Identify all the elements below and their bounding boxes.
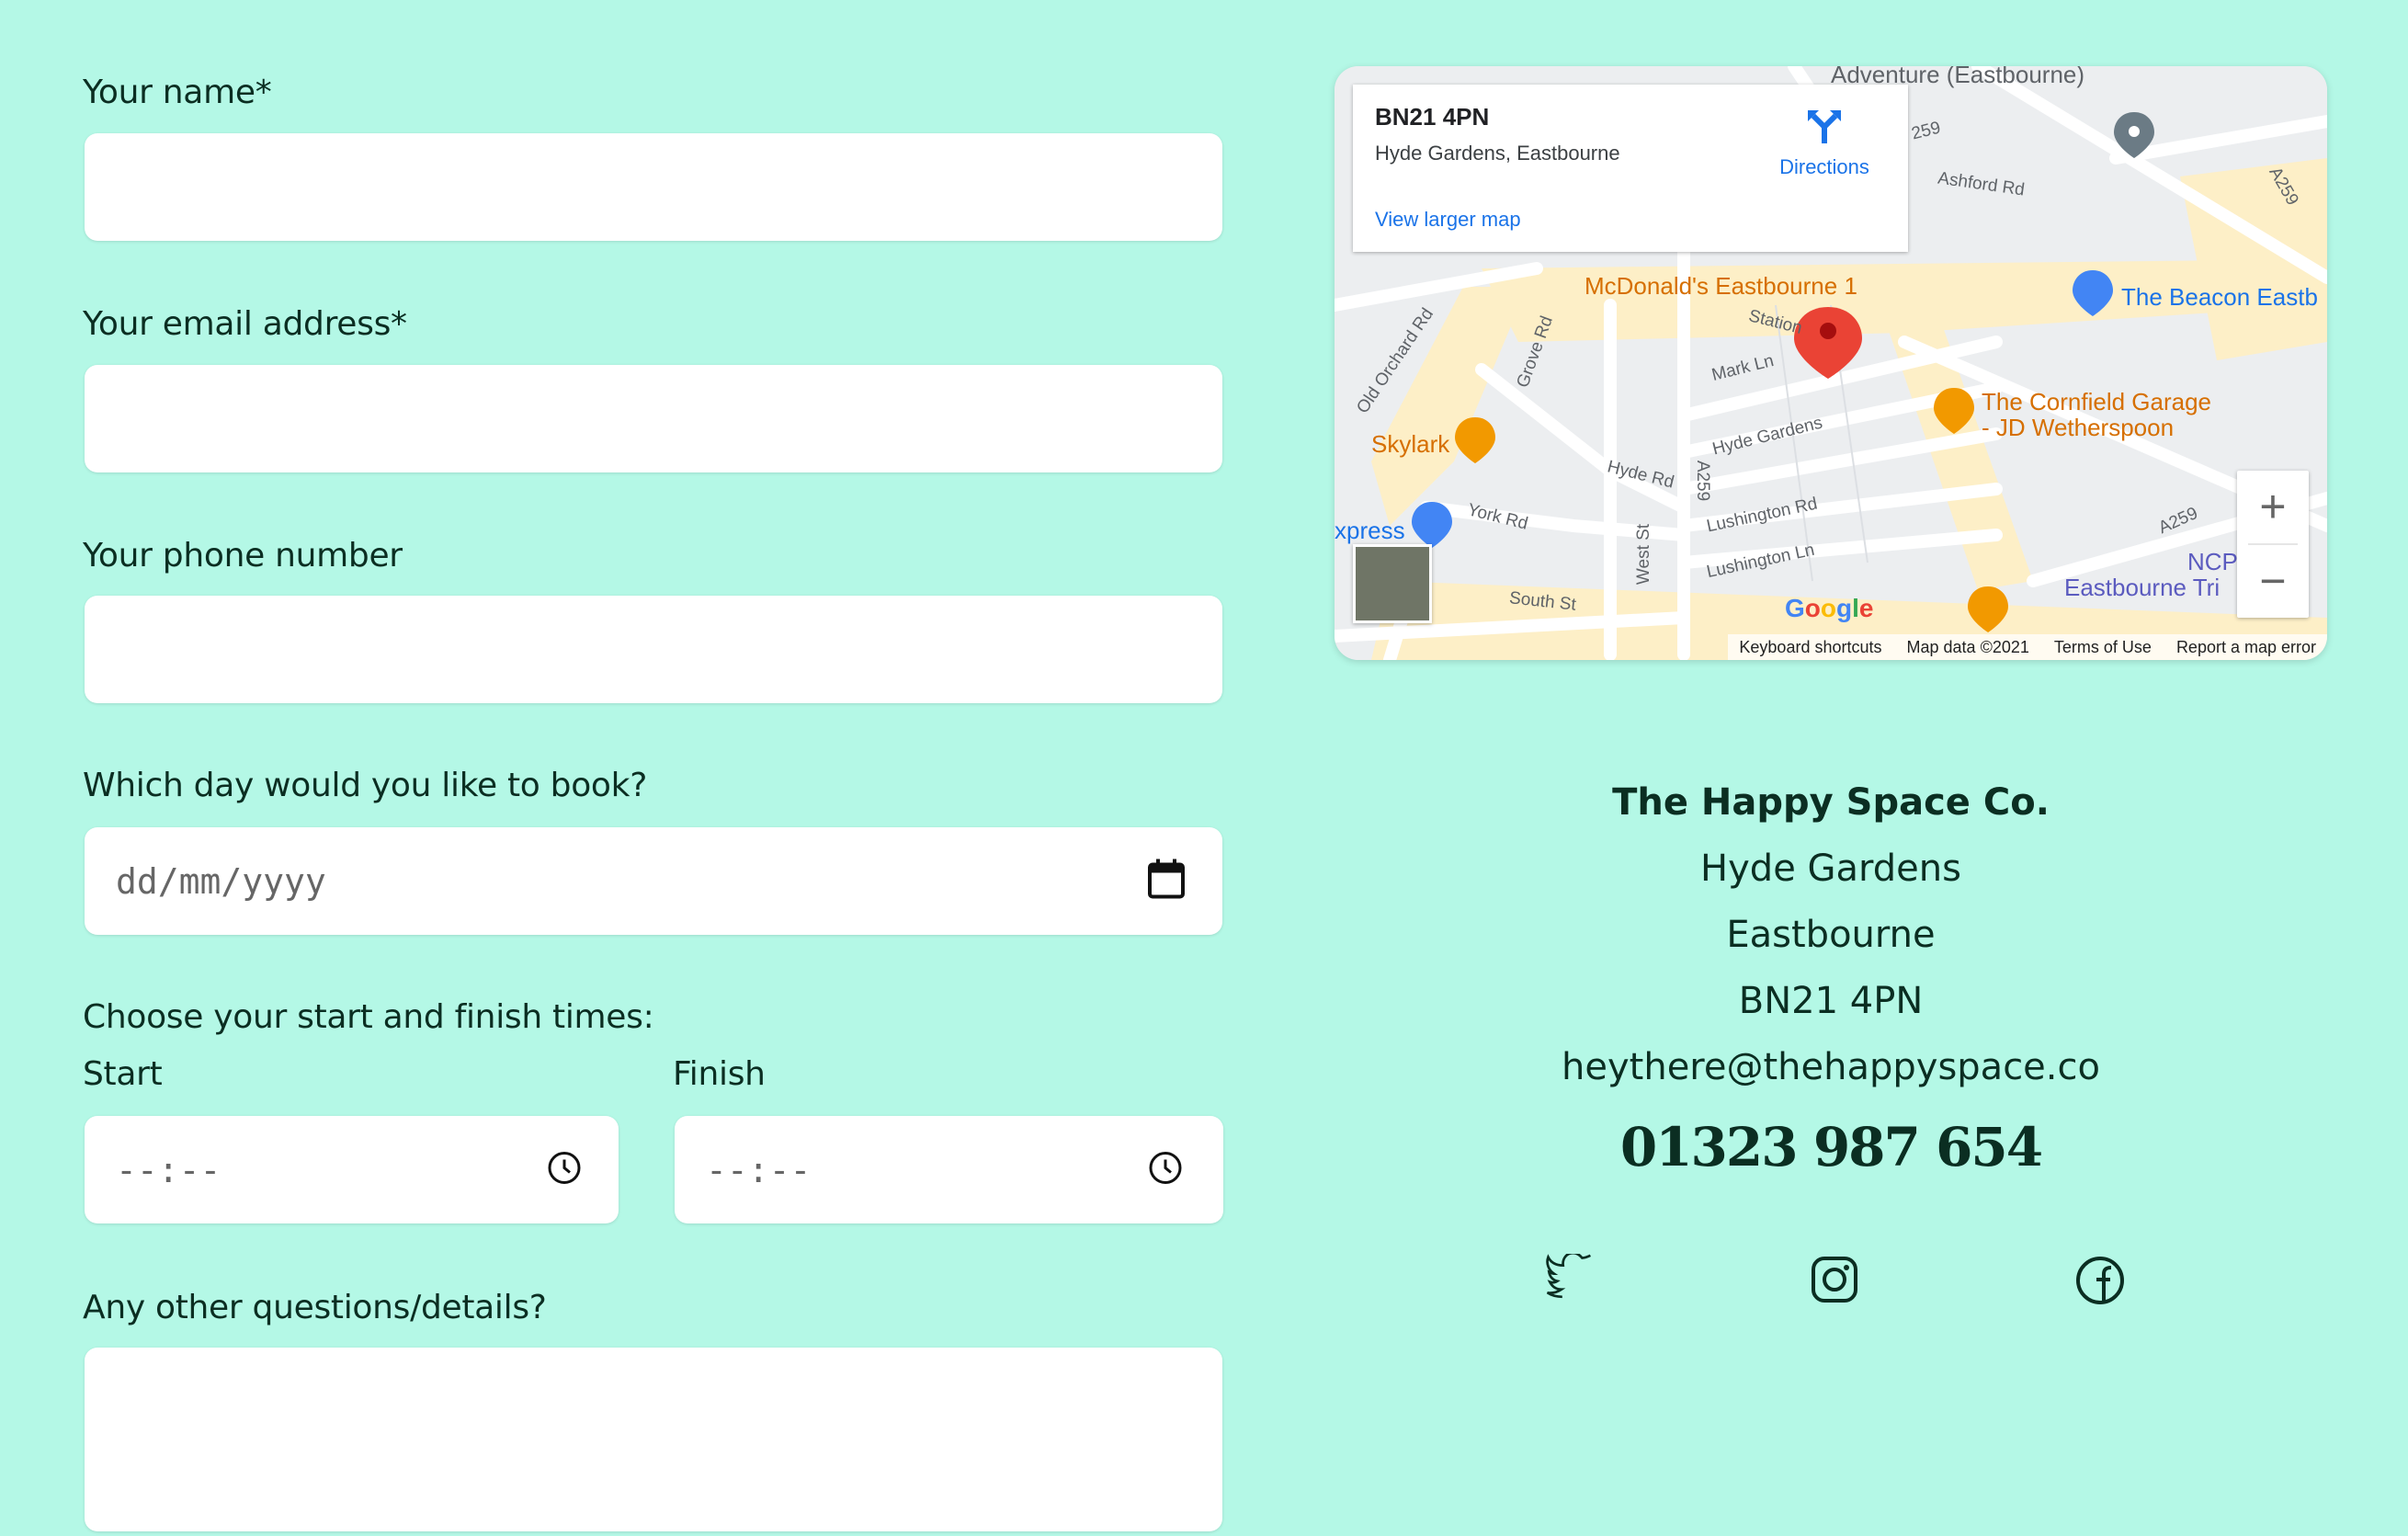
day-label: Which day would you like to book? (83, 767, 648, 804)
poi-express[interactable]: xpress (1335, 517, 1405, 545)
start-time-placeholder: --:-- (116, 1149, 221, 1190)
directions-label: Directions (1779, 155, 1869, 178)
date-field[interactable]: dd/mm/yyyy (85, 827, 1222, 935)
zoom-out-button[interactable]: − (2237, 545, 2309, 618)
clock-icon[interactable] (1148, 1150, 1183, 1189)
name-input[interactable] (85, 133, 1222, 241)
view-larger-map-link[interactable]: View larger map (1375, 208, 1521, 232)
address-postcode: BN21 4PN (1738, 980, 1924, 1022)
poi-ncp[interactable]: NCP (2187, 548, 2238, 576)
email-input[interactable] (85, 365, 1222, 472)
map-footer: Keyboard shortcuts Map data ©2021 Terms … (1728, 634, 2327, 660)
phone-field[interactable] (85, 596, 1222, 703)
date-placeholder: dd/mm/yyyy (116, 860, 326, 902)
finish-label: Finish (673, 1055, 766, 1093)
terms-link[interactable]: Terms of Use (2054, 638, 2152, 656)
satellite-toggle[interactable] (1353, 544, 1432, 623)
street-west-st: West St (1634, 523, 1654, 586)
name-label: Your name* (83, 74, 272, 111)
facebook-icon[interactable] (2075, 1256, 2125, 1310)
finish-time-placeholder: --:-- (706, 1149, 812, 1190)
poi-beacon[interactable]: The Beacon Eastb (2121, 283, 2318, 312)
company-name: The Happy Space Co. (1612, 781, 2050, 824)
report-error-link[interactable]: Report a map error (2176, 638, 2316, 656)
poi-cornfield-line2[interactable]: - JD Wetherspoon (1982, 414, 2174, 442)
google-logo: Google (1785, 594, 1874, 622)
map-card-title: BN21 4PN (1375, 103, 1490, 131)
map-card-address: Hyde Gardens, Eastbourne (1375, 142, 1620, 165)
email-field[interactable] (85, 365, 1222, 472)
times-label: Choose your start and finish times: (83, 998, 654, 1036)
questions-field[interactable] (85, 1348, 1222, 1531)
questions-label: Any other questions/details? (83, 1289, 547, 1326)
questions-textarea[interactable] (85, 1348, 1222, 1531)
poi-eastbourne-tri[interactable]: Eastbourne Tri (2064, 574, 2220, 602)
clock-icon[interactable] (547, 1150, 582, 1189)
poi-cornfield-line1[interactable]: The Cornfield Garage (1982, 388, 2211, 416)
instagram-icon[interactable] (1811, 1256, 1858, 1308)
poi-skylark[interactable]: Skylark (1371, 430, 1449, 459)
finish-time-field[interactable]: --:-- (675, 1116, 1223, 1223)
map-info-card: BN21 4PN Hyde Gardens, Eastbourne View l… (1353, 85, 1908, 252)
directions-icon (1808, 110, 1841, 143)
zoom-in-button[interactable]: + (2237, 471, 2309, 543)
poi-mcdonalds[interactable]: McDonald's Eastbourne 1 (1585, 272, 1857, 301)
contact-phone[interactable]: 01323 987 654 (1335, 1116, 2327, 1178)
address-line1: Hyde Gardens (1700, 848, 1961, 890)
map-data-text: Map data ©2021 (1906, 638, 2029, 656)
phone-label: Your phone number (83, 537, 403, 575)
name-field[interactable] (85, 133, 1222, 241)
phone-input[interactable] (85, 596, 1222, 703)
contact-email[interactable]: heythere@thehappyspace.co (1335, 1046, 2327, 1088)
twitter-icon[interactable] (1544, 1251, 1596, 1304)
start-label: Start (83, 1055, 163, 1093)
directions-button[interactable]: Directions (1774, 107, 1875, 179)
keyboard-shortcuts-link[interactable]: Keyboard shortcuts (1739, 638, 1881, 656)
zoom-controls: + − (2237, 471, 2309, 618)
map-embed[interactable]: Adventure (Eastbourne) McDonald's Eastbo… (1335, 66, 2327, 660)
start-time-field[interactable]: --:-- (85, 1116, 619, 1223)
calendar-icon[interactable] (1147, 859, 1186, 904)
email-label: Your email address* (83, 305, 407, 343)
address-line2: Eastbourne (1726, 914, 1936, 956)
street-a259-mid: A259 (1693, 460, 1713, 502)
